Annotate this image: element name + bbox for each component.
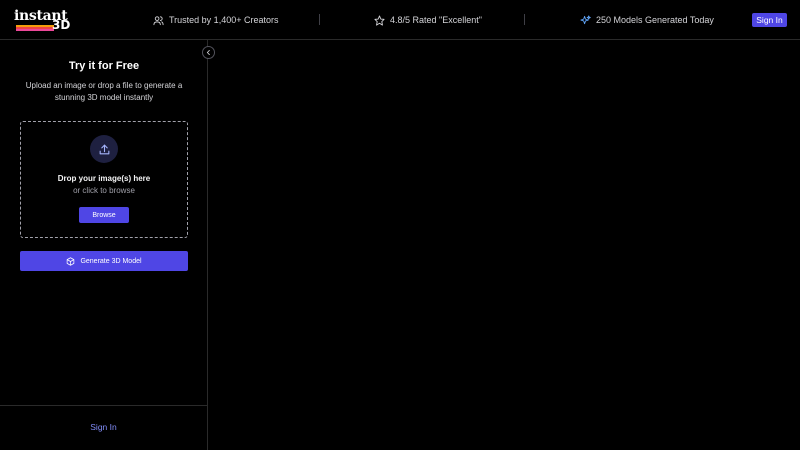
- rating-stat: 4.8/5 Rated "Excellent": [374, 13, 482, 27]
- logo-suffix: 3D: [52, 18, 71, 32]
- instant3d-logo[interactable]: instant 3D: [14, 8, 72, 33]
- star-icon: [374, 14, 385, 26]
- generate-label: Generate 3D Model: [80, 257, 142, 265]
- header-divider: [524, 14, 525, 25]
- chevron-left-icon: [206, 50, 210, 55]
- models-text: 250 Models Generated Today: [596, 15, 714, 25]
- sign-in-button[interactable]: Sign In: [752, 13, 787, 27]
- panel-footer: Sign In: [0, 405, 207, 450]
- sparkles-icon: [580, 14, 591, 24]
- dropzone-subtitle: or click to browse: [73, 186, 135, 195]
- models-stat: 250 Models Generated Today: [580, 13, 714, 27]
- upload-icon: [99, 144, 109, 154]
- model-viewer-canvas[interactable]: [209, 41, 800, 450]
- logo-stripes: [16, 25, 54, 31]
- trust-text: Trusted by 1,400+ Creators: [169, 15, 279, 25]
- generate-3d-model-button[interactable]: Generate 3D Model: [20, 251, 188, 271]
- image-dropzone[interactable]: Drop your image(s) here or click to brow…: [20, 121, 188, 238]
- cube-icon: [67, 256, 75, 266]
- top-header: instant 3D Trusted by 1,400+ Creators 4.…: [0, 0, 800, 40]
- footer-sign-in-link[interactable]: Sign In: [0, 422, 207, 432]
- header-divider: [319, 14, 320, 25]
- browse-button[interactable]: Browse: [79, 207, 129, 223]
- dropzone-title: Drop your image(s) here: [57, 174, 151, 183]
- panel-title: Try it for Free: [68, 60, 140, 72]
- trust-stat: Trusted by 1,400+ Creators: [153, 13, 278, 27]
- upload-panel: Try it for Free Upload an image or drop …: [0, 40, 208, 450]
- rating-text: 4.8/5 Rated "Excellent": [390, 15, 482, 25]
- collapse-panel-button[interactable]: [202, 46, 215, 59]
- upload-icon-wrapper: [90, 135, 118, 163]
- users-icon: [153, 15, 164, 25]
- panel-description: Upload an image or drop a file to genera…: [25, 81, 183, 102]
